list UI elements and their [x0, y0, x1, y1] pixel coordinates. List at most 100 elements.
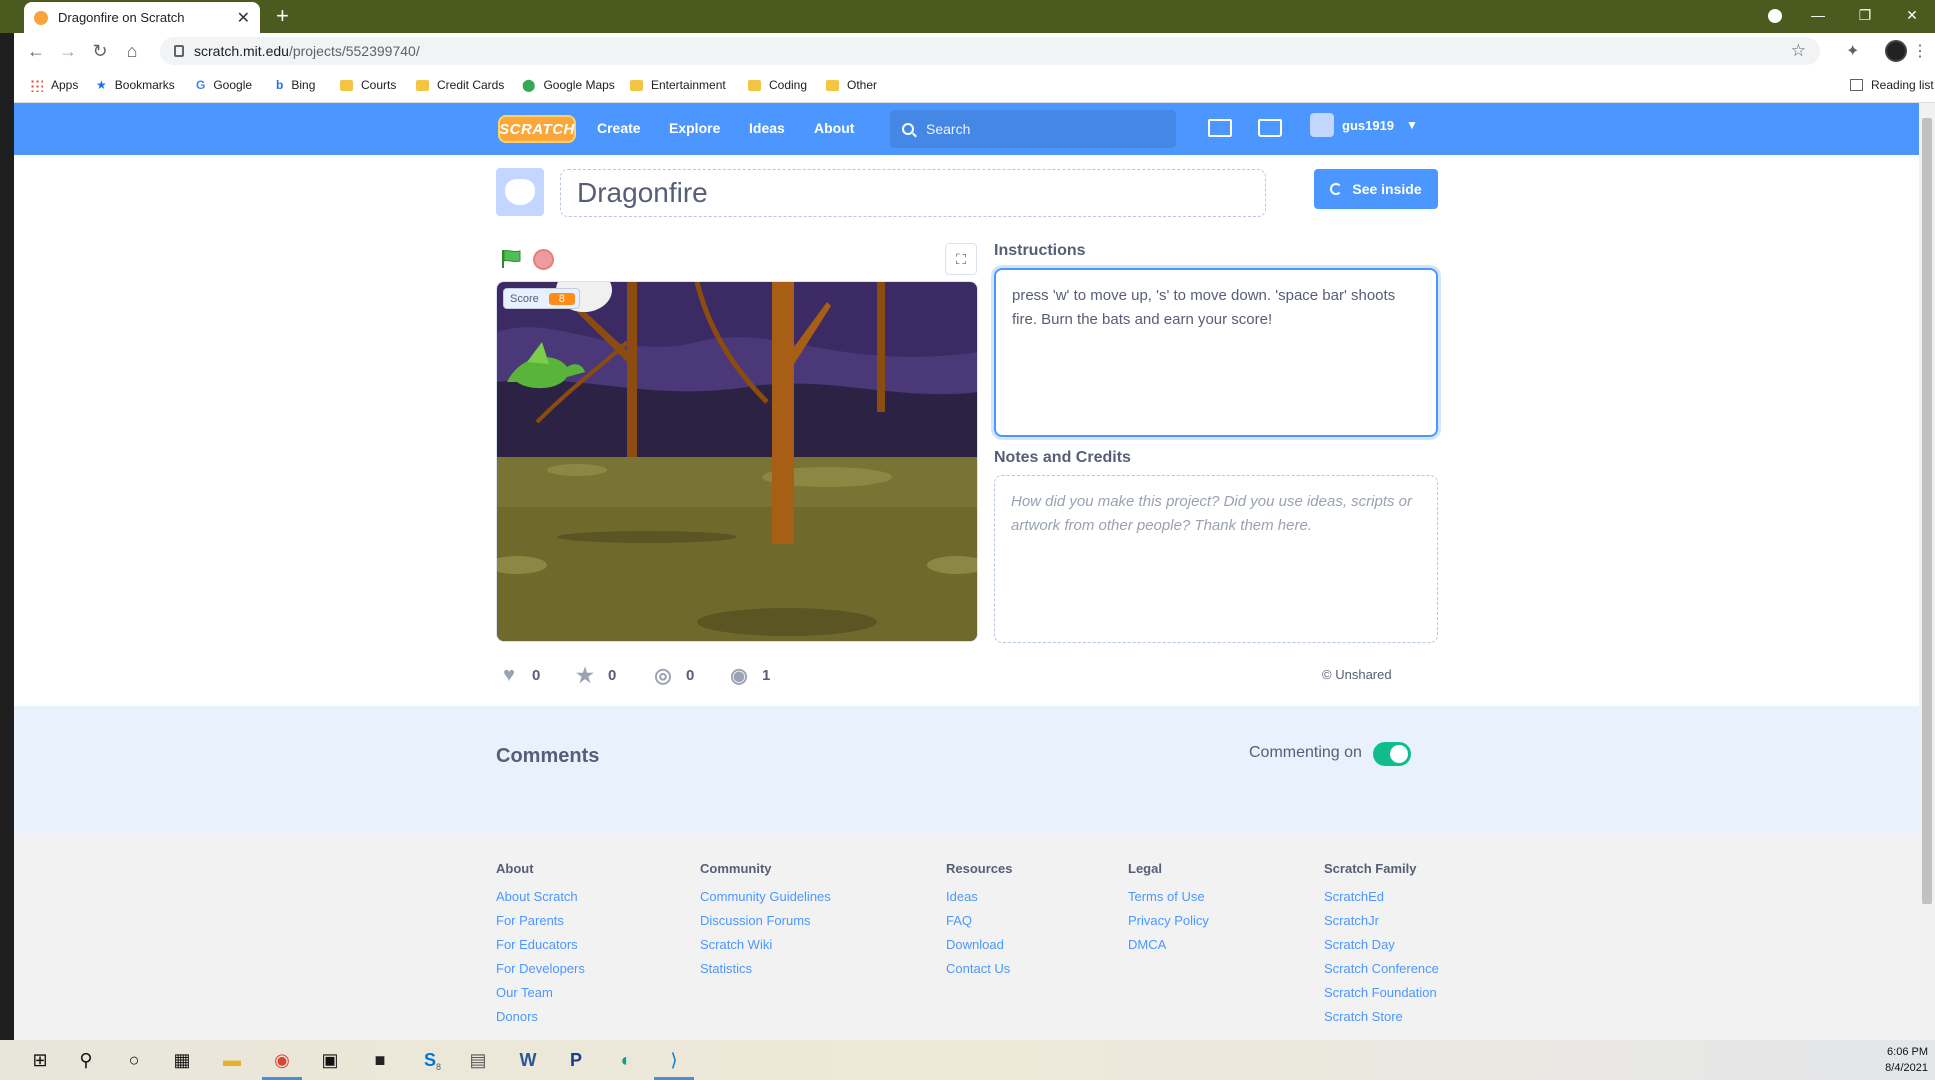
footer-link[interactable]: Discussion Forums: [700, 909, 831, 933]
profile-avatar[interactable]: [1885, 40, 1907, 62]
bookmark-star-icon[interactable]: ☆: [1791, 41, 1806, 61]
bookmark-credit-cards[interactable]: Credit Cards: [416, 78, 504, 92]
calculator-icon[interactable]: ▤: [466, 1048, 490, 1072]
address-bar[interactable]: scratch.mit.edu/projects/552399740/ ☆: [160, 37, 1820, 65]
bookmark-apps[interactable]: Apps: [30, 78, 78, 92]
close-tab-icon[interactable]: ✕: [237, 8, 250, 28]
menu-kebab-icon[interactable]: ⋮: [1912, 41, 1928, 61]
sticky-notes-icon[interactable]: ■: [368, 1048, 392, 1072]
back-icon[interactable]: ←: [24, 39, 48, 63]
footer-link[interactable]: Privacy Policy: [1128, 909, 1209, 933]
folder-icon: [340, 79, 353, 91]
store-icon[interactable]: ▣: [318, 1048, 342, 1072]
cortana-icon[interactable]: ○: [122, 1048, 146, 1072]
search-icon[interactable]: ⚲: [74, 1048, 98, 1072]
footer-link[interactable]: Ideas: [946, 885, 1012, 909]
copyright-icon: ©: [1322, 667, 1332, 682]
restore-icon[interactable]: ❐: [1843, 0, 1887, 30]
user-avatar: [1310, 113, 1334, 137]
score-monitor: Score 8: [503, 288, 580, 309]
account-menu[interactable]: gus1919 ▼: [1310, 113, 1418, 137]
nav-create[interactable]: Create: [597, 120, 641, 136]
nav-about[interactable]: About: [814, 120, 854, 136]
windows-start-icon[interactable]: ⊞: [28, 1048, 52, 1072]
tab-search-icon[interactable]: [1768, 9, 1782, 23]
chrome-icon[interactable]: ◉: [270, 1048, 294, 1072]
project-title-input[interactable]: Dragonfire: [560, 169, 1266, 217]
footer-link[interactable]: Contact Us: [946, 957, 1012, 981]
footer-column-community: Community Community Guidelines Discussio…: [700, 861, 831, 981]
footer-heading: Legal: [1128, 861, 1162, 876]
cat-avatar-icon: [505, 179, 535, 205]
commenting-toggle[interactable]: [1373, 742, 1411, 766]
system-clock[interactable]: 6:06 PM 8/4/2021: [1872, 1044, 1928, 1076]
reading-list[interactable]: Reading list: [1850, 78, 1934, 92]
footer-link[interactable]: FAQ: [946, 909, 1012, 933]
footer-link[interactable]: For Developers: [496, 957, 585, 981]
messages-icon[interactable]: [1208, 119, 1232, 137]
bookmark-bookmarks[interactable]: ★ Bookmarks: [96, 78, 175, 92]
favorite-stat[interactable]: ★ 0: [574, 664, 616, 687]
browser-tab[interactable]: Dragonfire on Scratch ✕: [24, 2, 260, 33]
new-tab-button[interactable]: +: [276, 4, 289, 28]
map-pin-icon: ⬤: [522, 78, 536, 92]
bookmark-bing[interactable]: b Bing: [276, 78, 315, 92]
forward-icon[interactable]: →: [56, 39, 80, 63]
search-input[interactable]: Search: [890, 110, 1176, 148]
footer-link[interactable]: Download: [946, 933, 1012, 957]
footer-link[interactable]: For Educators: [496, 933, 585, 957]
footer-column-scratch-family: Scratch Family ScratchEd ScratchJr Scrat…: [1324, 861, 1439, 1029]
file-explorer-icon[interactable]: ▬: [220, 1048, 244, 1072]
footer-link[interactable]: DMCA: [1128, 933, 1209, 957]
publisher-icon[interactable]: P: [564, 1048, 588, 1072]
scratch-logo[interactable]: SCRATCH: [498, 115, 576, 143]
bookmark-entertainment[interactable]: Entertainment: [630, 78, 726, 92]
footer-link[interactable]: Terms of Use: [1128, 885, 1209, 909]
footer-link[interactable]: Scratch Conference: [1324, 957, 1439, 981]
close-window-icon[interactable]: ✕: [1890, 0, 1934, 30]
nav-ideas[interactable]: Ideas: [749, 120, 785, 136]
footer-link[interactable]: About Scratch: [496, 885, 585, 909]
project-stage[interactable]: Score 8: [496, 281, 978, 642]
scrollbar-thumb[interactable]: [1922, 118, 1932, 904]
footer-link[interactable]: Statistics: [700, 957, 831, 981]
bookmark-coding[interactable]: Coding: [748, 78, 807, 92]
lock-icon: [174, 45, 184, 57]
notes-textarea[interactable]: How did you make this project? Did you u…: [994, 475, 1438, 643]
home-icon[interactable]: ⌂: [120, 39, 144, 63]
footer-link[interactable]: Scratch Store: [1324, 1005, 1439, 1029]
bookmark-google-maps[interactable]: ⬤ Google Maps: [522, 78, 615, 92]
footer-link[interactable]: Community Guidelines: [700, 885, 831, 909]
edge-icon[interactable]: ◐: [614, 1048, 638, 1072]
footer-link[interactable]: Scratch Foundation: [1324, 981, 1439, 1005]
tab-title: Dragonfire on Scratch: [58, 10, 185, 25]
fullscreen-icon[interactable]: ⛶: [945, 243, 977, 275]
see-inside-button[interactable]: See inside: [1314, 169, 1438, 209]
task-view-icon[interactable]: ▦: [170, 1048, 194, 1072]
bookmark-other[interactable]: Other: [826, 78, 877, 92]
my-stuff-folder-icon[interactable]: [1258, 119, 1282, 137]
bookmark-courts[interactable]: Courts: [340, 78, 396, 92]
remix-icon: [1330, 183, 1343, 195]
username: gus1919: [1342, 117, 1395, 133]
green-flag-icon[interactable]: [500, 249, 522, 269]
footer-link[interactable]: For Parents: [496, 909, 585, 933]
word-icon[interactable]: W: [516, 1048, 540, 1072]
nav-explore[interactable]: Explore: [669, 120, 720, 136]
bing-icon: b: [276, 78, 284, 92]
footer-link[interactable]: Our Team: [496, 981, 585, 1005]
reload-icon[interactable]: ↻: [88, 39, 112, 63]
footer-link[interactable]: Donors: [496, 1005, 585, 1029]
extensions-icon[interactable]: ✦: [1846, 41, 1859, 61]
footer-link[interactable]: Scratch Wiki: [700, 933, 831, 957]
vscode-icon[interactable]: ⟩: [662, 1048, 686, 1072]
footer-link[interactable]: ScratchJr: [1324, 909, 1439, 933]
bookmark-google[interactable]: G Google: [196, 78, 252, 92]
project-owner-avatar[interactable]: [496, 168, 544, 216]
instructions-textarea[interactable]: press 'w' to move up, 's' to move down. …: [994, 268, 1438, 437]
love-stat[interactable]: ♥ 0: [498, 664, 540, 686]
footer-link[interactable]: Scratch Day: [1324, 933, 1439, 957]
minimize-icon[interactable]: —: [1796, 0, 1840, 30]
stop-button[interactable]: [533, 249, 554, 270]
footer-link[interactable]: ScratchEd: [1324, 885, 1439, 909]
